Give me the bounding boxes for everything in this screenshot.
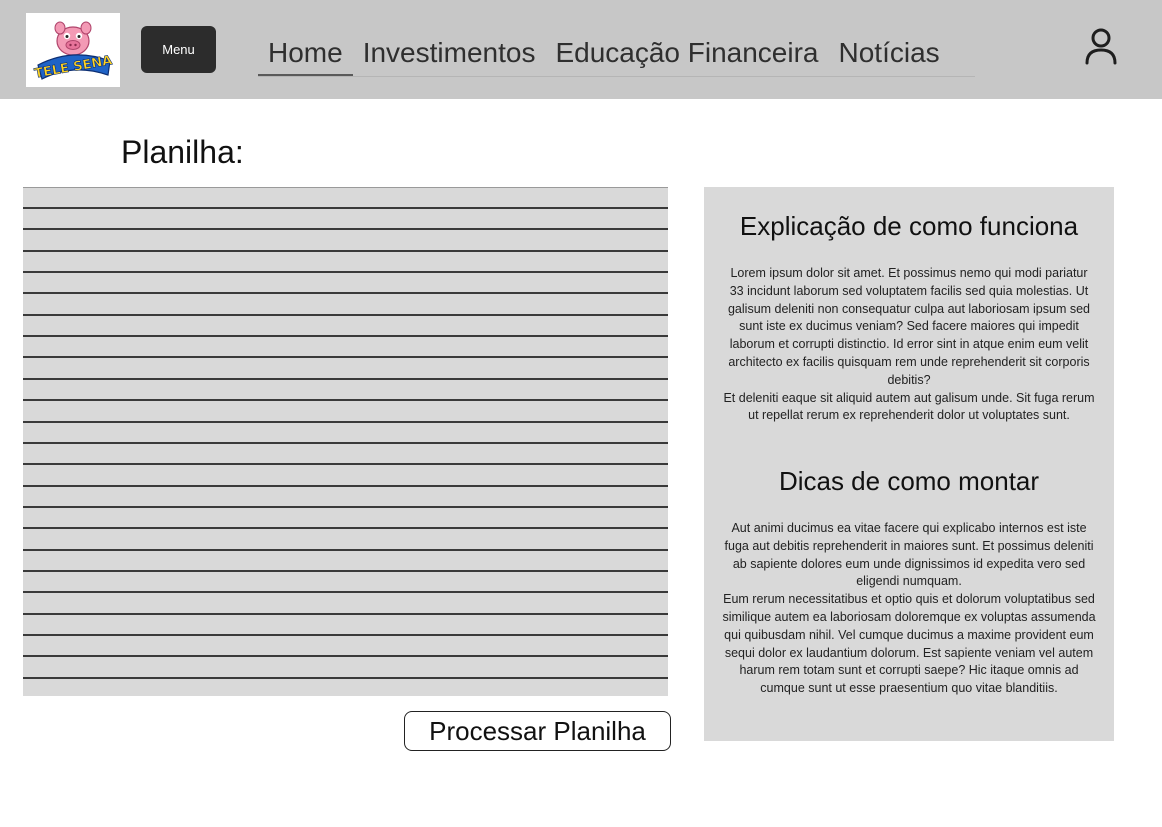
spreadsheet-row-line [23, 463, 668, 466]
process-sheet-button[interactable]: Processar Planilha [404, 711, 671, 751]
spreadsheet-area[interactable] [23, 187, 668, 696]
spreadsheet-row-line [23, 612, 668, 615]
spreadsheet-row-line [23, 207, 668, 209]
spreadsheet-row-line [23, 505, 668, 508]
spreadsheet-row-line [23, 591, 668, 594]
nav-home[interactable]: Home [258, 30, 353, 76]
spreadsheet-row-line [23, 313, 668, 316]
nav-investimentos[interactable]: Investimentos [353, 30, 546, 76]
spreadsheet-row-line [23, 484, 668, 487]
spreadsheet-row-line [23, 249, 668, 252]
spreadsheet-row-line [23, 676, 668, 679]
nav-educacao-financeira[interactable]: Educação Financeira [545, 30, 828, 76]
menu-button[interactable]: Menu [141, 26, 216, 73]
spreadsheet-row-line [23, 335, 668, 338]
spreadsheet-row-line [23, 527, 668, 530]
spreadsheet-row-line [23, 655, 668, 658]
pig-logo-icon: TELE SENA [33, 21, 114, 82]
spreadsheet-row-line [23, 569, 668, 572]
spreadsheet-row-line [23, 228, 668, 231]
sheet-title: Planilha: [121, 134, 244, 170]
logo[interactable]: TELE SENA [26, 13, 120, 87]
info-panel: Explicação de como funciona Lorem ipsum … [704, 187, 1114, 741]
tips-title: Dicas de como montar [778, 466, 1040, 496]
how-it-works-title: Explicação de como funciona [739, 211, 1079, 241]
spreadsheet-row-line [23, 271, 668, 274]
spreadsheet-row-line [23, 548, 668, 551]
spreadsheet-row-line [23, 377, 668, 380]
spreadsheet-row-line [23, 441, 668, 444]
main-nav: Home Investimentos Educação Financeira N… [258, 30, 975, 77]
spreadsheet-row-line [23, 399, 668, 402]
tips-text: Aut animi ducimus ea vitae facere qui ex… [722, 521, 1096, 696]
top-header: TELE SENA Menu Home Investimentos Educaç… [0, 0, 1162, 99]
user-icon[interactable] [1082, 26, 1120, 66]
spreadsheet-row-line [23, 420, 668, 423]
how-it-works-text: Lorem ipsum dolor sit amet. Et possimus … [723, 266, 1095, 423]
spreadsheet-row-line [23, 356, 668, 359]
spreadsheet-row-line [23, 292, 668, 295]
nav-noticias[interactable]: Notícias [829, 30, 950, 76]
spreadsheet-row-line [23, 634, 668, 636]
